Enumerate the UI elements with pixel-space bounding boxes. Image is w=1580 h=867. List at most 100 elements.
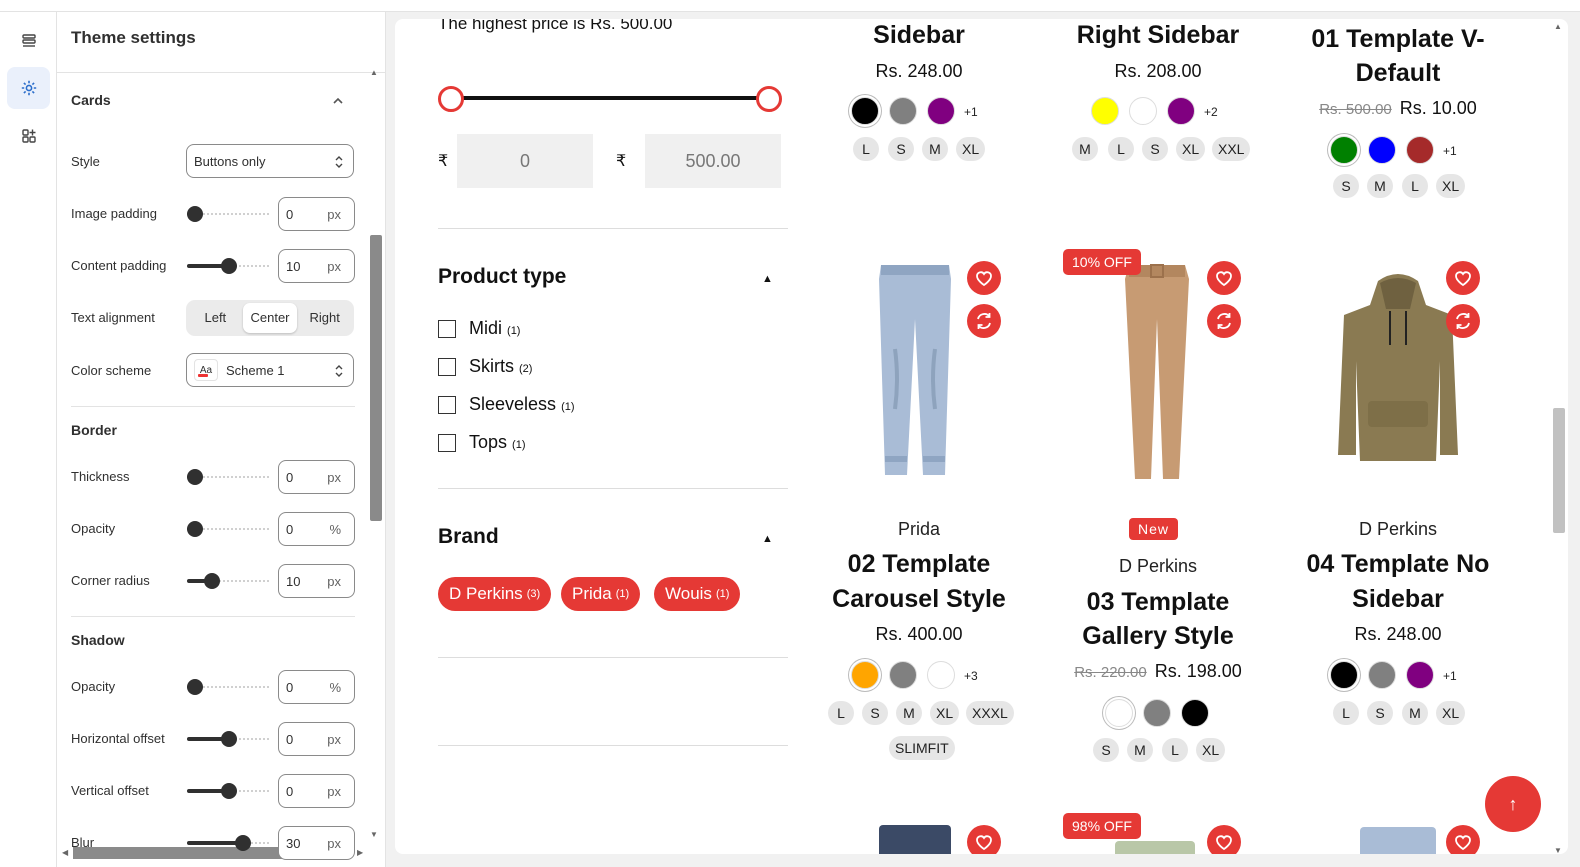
color-swatch[interactable] bbox=[1181, 699, 1209, 727]
size-chip[interactable]: XL bbox=[1436, 701, 1466, 725]
corner-radius-input[interactable]: 10 px bbox=[278, 564, 355, 598]
product-title[interactable]: Right Sidebar bbox=[1043, 19, 1273, 52]
size-chip[interactable]: XL bbox=[956, 137, 986, 161]
slider-handle[interactable] bbox=[187, 469, 203, 485]
color-swatch[interactable] bbox=[851, 97, 879, 125]
color-swatch[interactable] bbox=[1143, 699, 1171, 727]
product-brand[interactable]: D Perkins bbox=[1283, 519, 1513, 540]
color-swatch[interactable] bbox=[1368, 136, 1396, 164]
size-chip[interactable]: L bbox=[1162, 738, 1188, 762]
product-image-partial[interactable] bbox=[879, 825, 951, 854]
scroll-left-arrow-icon[interactable]: ◀ bbox=[62, 848, 68, 857]
border-opacity-input[interactable]: 0% bbox=[278, 512, 355, 546]
checkbox-sleeveless[interactable] bbox=[438, 396, 456, 414]
theme-settings-button[interactable] bbox=[7, 67, 50, 109]
brand-pill-d-perkins[interactable]: D Perkins (3) bbox=[438, 577, 552, 611]
slider-handle[interactable] bbox=[204, 573, 220, 589]
vertical-offset-slider[interactable] bbox=[187, 783, 271, 799]
horizontal-offset-slider[interactable] bbox=[187, 731, 271, 747]
product-title-line2[interactable]: Carousel Style bbox=[804, 582, 1034, 616]
blur-slider[interactable] bbox=[187, 835, 271, 851]
size-chip[interactable]: XL bbox=[1436, 174, 1466, 198]
price-range-track[interactable] bbox=[450, 96, 769, 100]
size-chip[interactable]: S bbox=[1333, 174, 1359, 198]
caret-up-icon[interactable]: ▲ bbox=[762, 273, 773, 285]
thickness-input[interactable]: 0 px bbox=[278, 460, 355, 494]
compare-button[interactable] bbox=[1207, 304, 1241, 338]
jeans-product-image[interactable] bbox=[865, 259, 965, 479]
size-chip[interactable]: S bbox=[862, 701, 888, 725]
align-center-option[interactable]: Center bbox=[242, 303, 298, 333]
content-padding-slider[interactable] bbox=[187, 258, 271, 274]
size-chip[interactable]: XL bbox=[1176, 137, 1206, 161]
color-swatch[interactable] bbox=[1091, 97, 1119, 125]
size-chip[interactable]: M bbox=[1402, 701, 1428, 725]
color-swatch[interactable] bbox=[889, 97, 917, 125]
product-title-line2[interactable]: Gallery Style bbox=[1043, 619, 1273, 653]
checkbox-skirts[interactable] bbox=[438, 358, 456, 376]
brand-pill-wouis[interactable]: Wouis (1) bbox=[654, 577, 741, 611]
align-left-option[interactable]: Left bbox=[188, 303, 243, 333]
shadow-opacity-slider[interactable] bbox=[187, 679, 271, 695]
size-chip[interactable]: L bbox=[1402, 174, 1428, 198]
color-swatch[interactable] bbox=[1368, 661, 1396, 689]
align-right-option[interactable]: Right bbox=[297, 303, 352, 333]
size-chip[interactable]: M bbox=[1367, 174, 1393, 198]
size-chip[interactable]: SLIMFIT bbox=[889, 736, 955, 760]
color-swatch[interactable] bbox=[1406, 661, 1434, 689]
product-title-line2[interactable]: Default bbox=[1283, 56, 1513, 90]
size-chip[interactable]: XXXL bbox=[966, 701, 1014, 725]
color-swatch[interactable] bbox=[1167, 97, 1195, 125]
hoodie-product-image[interactable] bbox=[1328, 271, 1468, 467]
chevron-up-icon[interactable] bbox=[331, 94, 345, 108]
corner-radius-slider[interactable] bbox=[187, 573, 271, 589]
thickness-slider[interactable] bbox=[187, 469, 271, 485]
wishlist-button[interactable] bbox=[1446, 825, 1480, 854]
content-padding-input[interactable]: 10 px bbox=[278, 249, 355, 283]
price-min-input[interactable]: 0 bbox=[457, 134, 593, 188]
wishlist-button[interactable] bbox=[1446, 261, 1480, 295]
product-title[interactable]: 02 Template bbox=[804, 547, 1034, 581]
color-swatch[interactable] bbox=[889, 661, 917, 689]
blur-input[interactable]: 30 px bbox=[278, 826, 355, 860]
color-swatch[interactable] bbox=[927, 661, 955, 689]
slider-handle[interactable] bbox=[221, 731, 237, 747]
size-chip[interactable]: S bbox=[1093, 738, 1119, 762]
size-chip[interactable]: S bbox=[1142, 137, 1168, 161]
brand-heading[interactable]: Brand bbox=[438, 525, 499, 549]
border-opacity-slider[interactable] bbox=[187, 521, 271, 537]
product-image-partial[interactable] bbox=[1115, 841, 1195, 854]
size-chip[interactable]: S bbox=[1367, 701, 1393, 725]
wishlist-button[interactable] bbox=[1207, 825, 1241, 854]
product-title[interactable]: 04 Template No bbox=[1283, 547, 1513, 581]
checkbox-tops[interactable] bbox=[438, 434, 456, 452]
slider-handle[interactable] bbox=[187, 206, 203, 222]
style-select[interactable]: Buttons only bbox=[186, 144, 354, 178]
color-swatch[interactable] bbox=[1330, 661, 1358, 689]
apps-button[interactable] bbox=[7, 115, 50, 157]
back-to-top-button[interactable]: ↑ bbox=[1485, 776, 1541, 832]
product-title-line2[interactable]: Sidebar bbox=[1283, 582, 1513, 616]
size-chip[interactable]: L bbox=[1108, 137, 1134, 161]
color-swatch[interactable] bbox=[1406, 136, 1434, 164]
size-chip[interactable]: XXL bbox=[1212, 137, 1251, 161]
size-chip[interactable]: XL bbox=[930, 701, 960, 725]
slider-handle[interactable] bbox=[221, 783, 237, 799]
product-title[interactable]: Sidebar bbox=[804, 19, 1034, 52]
panel-vertical-scrollbar[interactable] bbox=[370, 235, 382, 521]
size-chip[interactable]: M bbox=[896, 701, 922, 725]
color-swatch[interactable] bbox=[851, 661, 879, 689]
vertical-offset-input[interactable]: 0 px bbox=[278, 774, 355, 808]
product-title[interactable]: 01 Template V- bbox=[1283, 22, 1513, 56]
slider-handle[interactable] bbox=[187, 679, 203, 695]
slider-handle[interactable] bbox=[234, 835, 251, 851]
color-scheme-select[interactable]: Aa Scheme 1 bbox=[186, 353, 354, 387]
image-padding-slider[interactable] bbox=[187, 206, 271, 222]
slider-handle[interactable] bbox=[187, 521, 203, 537]
wishlist-button[interactable] bbox=[1207, 261, 1241, 295]
caret-up-icon[interactable]: ▲ bbox=[762, 533, 773, 545]
checkbox-midi[interactable] bbox=[438, 320, 456, 338]
compare-button[interactable] bbox=[1446, 304, 1480, 338]
trousers-product-image[interactable] bbox=[1107, 259, 1207, 481]
size-chip[interactable]: XL bbox=[1196, 738, 1226, 762]
